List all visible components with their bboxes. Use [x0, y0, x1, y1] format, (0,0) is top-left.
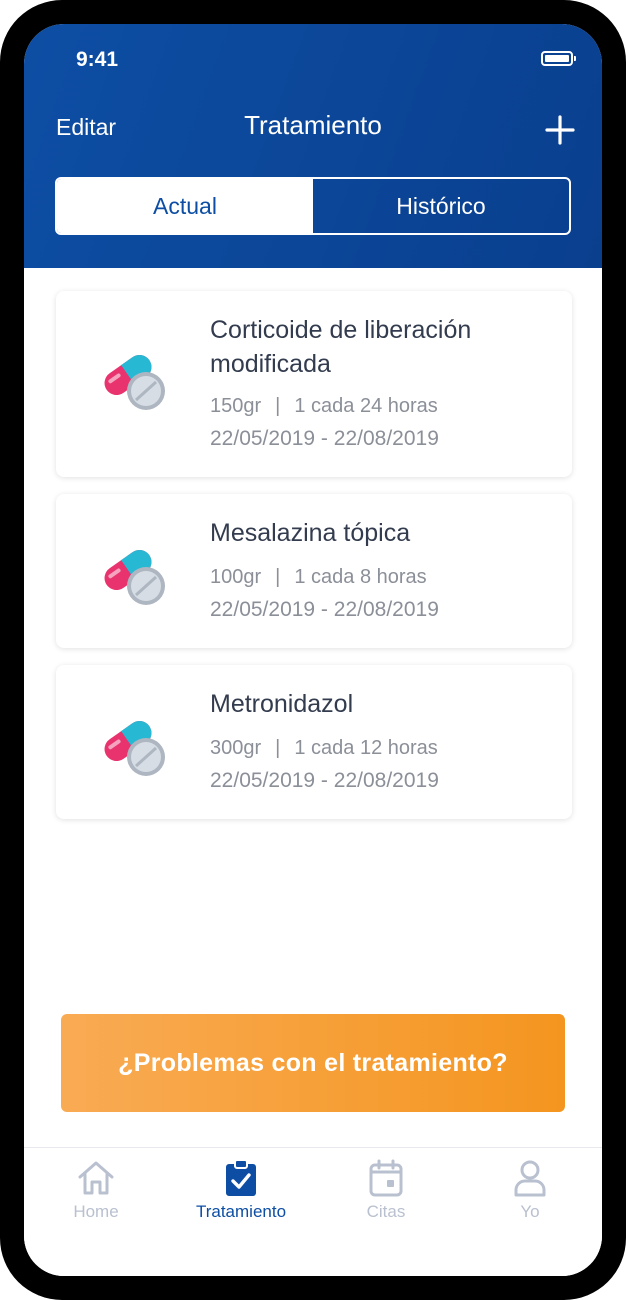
page-title: Tratamiento [244, 110, 382, 140]
tab-home[interactable]: Home [26, 1158, 166, 1228]
header: 9:41 Editar Tratamiento Actual Histórico [24, 24, 602, 268]
tab-bar: Home Tratamiento Citas Yo [24, 1147, 602, 1276]
medication-dose: 150gr [210, 395, 262, 417]
medication-dates: 22/05/2019 - 22/08/2019 [210, 427, 439, 450]
medication-dates: 22/05/2019 - 22/08/2019 [210, 769, 439, 792]
segmented-control: Actual Histórico [55, 177, 571, 235]
tab-label: Home [73, 1202, 119, 1221]
medication-dates: 22/05/2019 - 22/08/2019 [210, 598, 439, 621]
clipboard-check-icon [226, 1159, 256, 1196]
dose-separator: | [275, 395, 281, 417]
calendar-icon [369, 1159, 403, 1197]
medication-name: Metronidazol [210, 690, 354, 718]
battery-icon [541, 51, 576, 66]
medication-dose: 300gr [210, 737, 262, 759]
medication-frequency: 1 cada 12 horas [294, 737, 438, 759]
treatment-problems-button[interactable]: ¿Problemas con el tratamiento? [61, 1014, 565, 1112]
user-icon [514, 1160, 546, 1197]
tab-label: Tratamiento [195, 1202, 287, 1221]
pill-icon [104, 549, 165, 605]
medication-name: Corticoide de liberación modificada [210, 316, 472, 378]
pill-icon [104, 354, 165, 410]
segment-actual[interactable]: Actual [57, 179, 313, 233]
medication-name: Mesalazina tópica [210, 519, 411, 547]
phone-frame: 9:41 Editar Tratamiento Actual Histórico [0, 0, 626, 1300]
pill-icon [104, 720, 165, 776]
home-icon [78, 1161, 114, 1195]
status-time: 9:41 [76, 48, 119, 71]
tab-label: Citas [366, 1202, 406, 1221]
medication-dose-line: 300gr | 1 cada 12 horas [210, 737, 438, 760]
medication-frequency: 1 cada 24 horas [294, 395, 438, 417]
add-icon[interactable] [544, 114, 576, 146]
tab-tratamiento[interactable]: Tratamiento [171, 1158, 311, 1228]
tab-label: Yo [520, 1202, 540, 1221]
medication-frequency: 1 cada 8 horas [294, 566, 427, 588]
tab-citas[interactable]: Citas [316, 1158, 456, 1228]
medication-dose-line: 150gr | 1 cada 24 horas [210, 395, 438, 418]
dose-separator: | [275, 566, 281, 588]
medication-card[interactable]: Metronidazol 300gr | 1 cada 12 horas 22/05… [56, 665, 572, 819]
tab-yo[interactable]: Yo [460, 1158, 600, 1228]
screen: 9:41 Editar Tratamiento Actual Histórico [24, 24, 602, 1276]
medication-card[interactable]: Mesalazina tópica 100gr | 1 cada 8 horas 2… [56, 494, 572, 648]
medication-dose: 100gr [210, 566, 262, 588]
medication-dose-line: 100gr | 1 cada 8 horas [210, 566, 427, 589]
segment-historico[interactable]: Histórico [313, 179, 569, 233]
dose-separator: | [275, 737, 281, 759]
medication-card[interactable]: Corticoide de liberación modificada 150g… [56, 291, 572, 477]
